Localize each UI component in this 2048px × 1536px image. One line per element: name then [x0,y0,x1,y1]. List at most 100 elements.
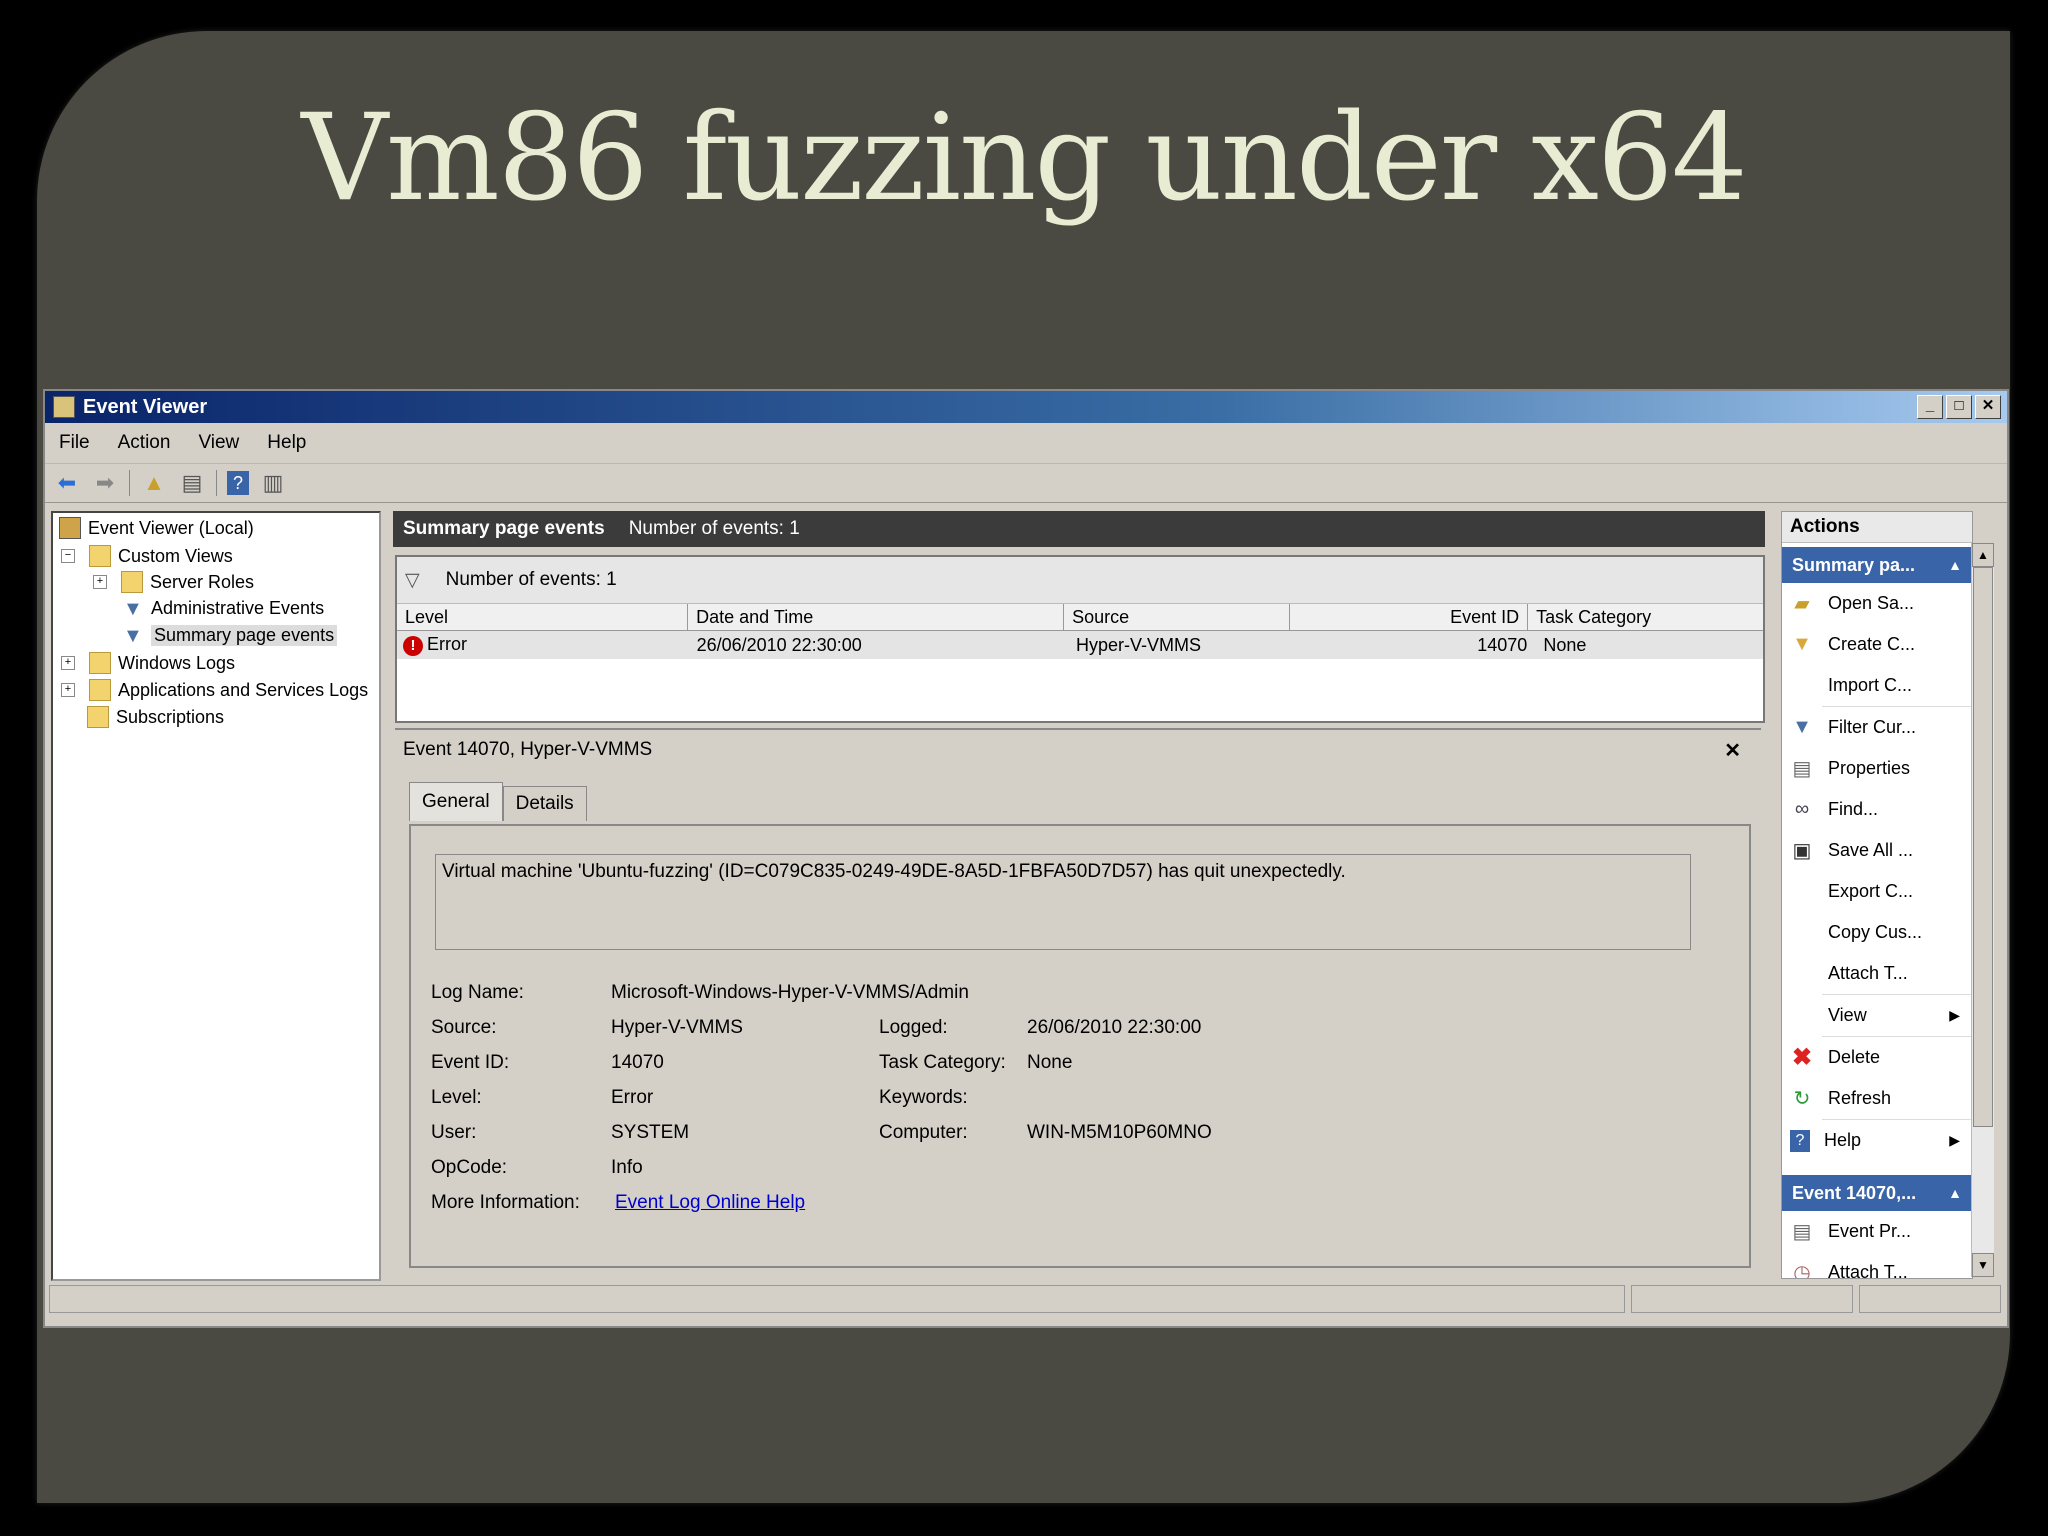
level-value: Error [611,1087,654,1108]
column-level[interactable]: Level [397,604,689,630]
close-button[interactable]: ✕ [1975,395,2001,419]
tree-item-windows-logs[interactable]: + Windows Logs [61,652,235,674]
action-import-custom[interactable]: Import C... [1782,665,1972,706]
subscriptions-icon [87,706,109,728]
title-bar: Event Viewer _ □ ✕ [45,391,2007,423]
column-date[interactable]: Date and Time [688,604,1065,630]
source-value: Hyper-V-VMMS [611,1017,743,1038]
action-help[interactable]: ? Help ▶ [1782,1120,1972,1161]
log-name-label: Log Name: [431,982,524,1003]
scroll-thumb[interactable] [1973,567,1993,1127]
blank-icon [1790,674,1814,698]
menu-file[interactable]: File [45,432,104,454]
action-export-custom[interactable]: Export C... [1782,871,1972,912]
events-grid: ▽ Number of events: 1 Level Date and Tim… [395,555,1765,723]
action-copy-custom[interactable]: Copy Cus... [1782,912,1972,953]
keywords-label: Keywords: [879,1087,968,1108]
column-source[interactable]: Source [1064,604,1291,630]
show-hide-tree-icon[interactable]: ▤ [178,469,206,497]
clock-icon: ◷ [1793,1262,1811,1279]
save-disk-icon: ▣ [1792,840,1812,862]
help-icon: ? [1790,1129,1810,1152]
expand-icon[interactable]: + [61,683,75,697]
toolbar: ⬅ ➡ ▲ ▤ ? ▥ [45,464,2007,503]
action-open-saved[interactable]: ▰ Open Sa... [1782,583,1972,624]
filter-icon: ▼ [123,597,143,620]
actions-title: Actions [1782,512,1972,543]
filter-icon: ▼ [123,624,143,647]
opcode-label: OpCode: [431,1157,508,1178]
action-attach-task[interactable]: Attach T... [1782,953,1972,994]
create-filter-icon: ▼ [1792,633,1812,655]
action-find[interactable]: ∞ Find... [1782,789,1972,830]
menu-action[interactable]: Action [104,432,185,454]
status-bar [49,1285,2001,1315]
expand-icon[interactable]: + [93,575,107,589]
error-icon: ! [403,635,423,656]
delete-x-icon: ✖ [1791,1044,1813,1071]
up-folder-icon[interactable]: ▲ [140,469,168,497]
folder-icon [89,679,111,701]
tree-item-admin-events[interactable]: ▼ Administrative Events [123,598,324,619]
show-action-pane-icon[interactable]: ▥ [259,469,287,497]
properties-icon: ▤ [1792,1221,1812,1243]
column-event-id[interactable]: Event ID [1290,604,1529,630]
back-arrow-icon[interactable]: ⬅ [53,469,81,497]
filter-icon: ▼ [1792,716,1812,738]
collapse-up-icon[interactable]: ▲ [1948,1175,1962,1211]
tree-item-app-services-logs[interactable]: + Applications and Services Logs [61,679,368,701]
slide: Vm86 fuzzing under x64 Event Viewer _ □ … [37,31,2010,1503]
tab-general[interactable]: General [409,782,503,821]
folder-icon [121,571,143,593]
help-icon[interactable]: ? [227,471,249,495]
scroll-up-icon[interactable]: ▲ [1972,543,1994,567]
action-save-all[interactable]: ▣ Save All ... [1782,830,1972,871]
forward-arrow-icon[interactable]: ➡ [91,469,119,497]
minimize-button[interactable]: _ [1917,395,1943,419]
action-attach-task-event[interactable]: ◷ Attach T... [1782,1252,1972,1279]
tree-item-subscriptions[interactable]: Subscriptions [87,706,224,728]
collapse-icon[interactable]: − [61,549,75,563]
actions-section-event[interactable]: Event 14070,... ▲ [1782,1175,1972,1211]
action-delete[interactable]: ✖ Delete [1782,1037,1972,1078]
view-title: Summary page events [403,518,605,539]
more-info-label: More Information: [431,1192,580,1213]
event-message[interactable]: Virtual machine 'Ubuntu-fuzzing' (ID=C07… [435,854,1691,950]
user-label: User: [431,1122,477,1143]
column-task-category[interactable]: Task Category [1528,604,1763,630]
expand-icon[interactable]: + [61,656,75,670]
navigation-tree: Event Viewer (Local) − Custom Views + Se… [51,511,381,1281]
filter-icon[interactable]: ▽ [405,569,420,592]
maximize-button[interactable]: □ [1946,395,1972,419]
actions-scrollbar[interactable]: ▲ ▼ [1971,543,1994,1277]
action-view[interactable]: View ▶ [1782,995,1972,1036]
tree-item-root[interactable]: Event Viewer (Local) [59,517,254,539]
general-tab-body: Virtual machine 'Ubuntu-fuzzing' (ID=C07… [409,824,1751,1268]
online-help-link[interactable]: Event Log Online Help [615,1192,805,1214]
tree-item-server-roles[interactable]: + Server Roles [93,571,254,593]
grid-header: Level Date and Time Source Event ID Task… [397,604,1763,631]
computer-value: WIN-M5M10P60MNO [1027,1122,1212,1143]
actions-section-summary[interactable]: Summary pa... ▲ [1782,547,1972,583]
action-refresh[interactable]: ↻ Refresh [1782,1078,1972,1119]
detail-header: Event 14070, Hyper-V-VMMS ✕ [395,730,1761,770]
action-filter-current[interactable]: ▼ Filter Cur... [1782,707,1972,748]
tree-item-custom-views[interactable]: − Custom Views [61,545,233,567]
filter-bar: ▽ Number of events: 1 [397,557,1763,604]
action-properties[interactable]: ▤ Properties [1782,748,1972,789]
close-detail-icon[interactable]: ✕ [1724,738,1741,763]
menu-view[interactable]: View [184,432,253,454]
action-event-properties[interactable]: ▤ Event Pr... [1782,1211,1972,1252]
action-create-custom[interactable]: ▼ Create C... [1782,624,1972,665]
blank-icon [1790,921,1814,945]
scroll-down-icon[interactable]: ▼ [1972,1253,1994,1277]
collapse-up-icon[interactable]: ▲ [1948,547,1962,583]
app-icon [53,396,75,418]
event-viewer-icon [59,517,81,539]
tree-item-summary-events[interactable]: ▼ Summary page events [123,624,338,647]
computer-label: Computer: [879,1122,968,1143]
table-row[interactable]: ! Error 26/06/2010 22:30:00 Hyper-V-VMMS … [397,631,1763,659]
refresh-icon: ↻ [1793,1088,1811,1110]
tab-details[interactable]: Details [502,786,587,821]
menu-help[interactable]: Help [253,432,320,454]
